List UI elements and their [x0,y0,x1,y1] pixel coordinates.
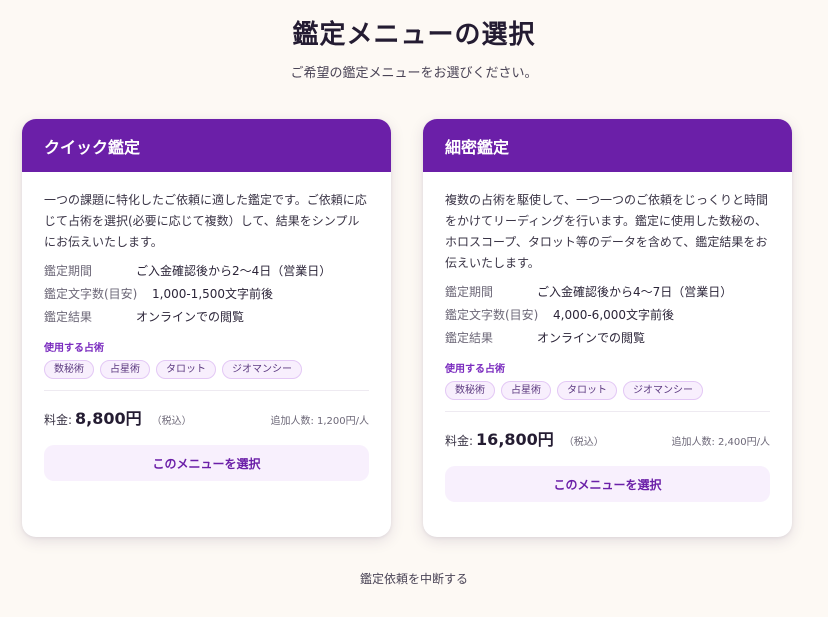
chars-value: 4,000-6,000文字前後 [553,308,675,322]
tax-note: （税込） [563,437,604,448]
result-value: オンラインでの閲覧 [537,331,646,345]
technique-tag: ジオマンシー [222,360,302,379]
divider [44,390,369,391]
result-label: 鑑定結果 [445,331,494,345]
card-title: クイック鑑定 [22,119,391,172]
info-row-result: 鑑定結果 オンラインでの閲覧 [445,331,770,346]
technique-tags: 数秘術 占星術 タロット ジオマンシー [445,381,770,400]
chars-label: 鑑定文字数(目安) [44,287,138,301]
info-row-chars: 鑑定文字数(目安) 1,000-1,500文字前後 [44,287,369,302]
period-value: ご入金確認後から2〜4日（営業日） [136,264,332,278]
technique-tag: タロット [156,360,216,379]
chars-label: 鑑定文字数(目安) [445,308,539,322]
extra-fee: 追加人数: 1,200円/人 [270,416,369,427]
divider [445,411,770,412]
technique-tag: タロット [557,381,617,400]
price-value: 8,800円 [75,409,142,428]
price-row: 料金: 8,800円 （税込） 追加人数: 1,200円/人 [44,405,369,429]
info-row-period: 鑑定期間 ご入金確認後から4〜7日（営業日） [445,285,770,300]
techniques-label: 使用する占術 [445,364,505,375]
price-value: 16,800円 [476,430,554,449]
tax-note: （税込） [151,416,192,427]
price-label: 料金: [44,413,73,427]
menu-card-quick: クイック鑑定 一つの課題に特化したご依頼に適した鑑定です。ご依頼に応じて占術を選… [22,119,391,537]
price-label: 料金: [445,434,474,448]
info-row-result: 鑑定結果 オンラインでの閲覧 [44,310,369,325]
result-value: オンラインでの閲覧 [136,310,245,324]
period-label: 鑑定期間 [44,264,93,278]
technique-tag: 占星術 [100,360,150,379]
select-menu-button[interactable]: このメニューを選択 [44,445,369,481]
technique-tags: 数秘術 占星術 タロット ジオマンシー [44,360,369,379]
result-label: 鑑定結果 [44,310,93,324]
card-title: 細密鑑定 [423,119,792,172]
menu-card-detailed: 細密鑑定 複数の占術を駆使して、一つ一つのご依頼をじっくりと時間をかけてリーディ… [423,119,792,537]
page-title: 鑑定メニューの選択 [292,20,536,50]
technique-tag: 数秘術 [445,381,495,400]
period-label: 鑑定期間 [445,285,494,299]
price-row: 料金: 16,800円 （税込） 追加人数: 2,400円/人 [445,426,770,450]
extra-fee: 追加人数: 2,400円/人 [671,437,770,448]
techniques-label: 使用する占術 [44,343,104,354]
cancel-request-link[interactable]: 鑑定依頼を中断する [0,570,828,587]
select-menu-button[interactable]: このメニューを選択 [445,466,770,502]
technique-tag: 占星術 [501,381,551,400]
card-description: 一つの課題に特化したご依頼に適した鑑定です。ご依頼に応じて占術を選択(必要に応じ… [44,193,367,249]
card-description: 複数の占術を駆使して、一つ一つのご依頼をじっくりと時間をかけてリーディングを行い… [445,193,769,270]
info-row-chars: 鑑定文字数(目安) 4,000-6,000文字前後 [445,308,770,323]
period-value: ご入金確認後から4〜7日（営業日） [537,285,733,299]
chars-value: 1,000-1,500文字前後 [152,287,274,301]
page-subtitle: ご希望の鑑定メニューをお選びください。 [290,66,538,81]
info-row-period: 鑑定期間 ご入金確認後から2〜4日（営業日） [44,264,369,279]
technique-tag: ジオマンシー [623,381,703,400]
technique-tag: 数秘術 [44,360,94,379]
